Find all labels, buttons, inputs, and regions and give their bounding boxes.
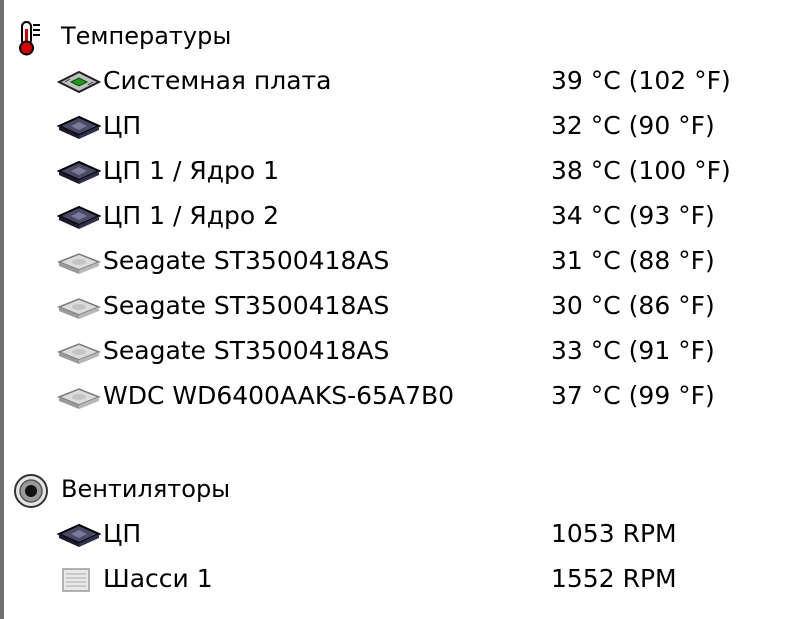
sensor-value: 38 °C (100 °F) <box>551 156 731 185</box>
sensor-value: 30 °C (86 °F) <box>551 291 715 320</box>
temperatures-group-header[interactable]: Температуры <box>0 14 780 58</box>
sensor-value: 1053 RPM <box>551 519 677 548</box>
cpu-chip-icon <box>57 523 101 547</box>
temp-row-hdd-3[interactable]: Seagate ST3500418AS 33 °C (91 °F) <box>0 329 780 373</box>
sensor-label: WDC WD6400AAKS-65A7B0 <box>103 381 455 410</box>
sensor-value: 33 °C (91 °F) <box>551 336 715 365</box>
sensor-label: Seagate ST3500418AS <box>103 336 390 365</box>
fan-row-chassis-1[interactable]: Шасси 1 1552 RPM <box>0 557 780 601</box>
sensor-label: ЦП 1 / Ядро 2 <box>103 201 280 230</box>
sensor-value: 31 °C (88 °F) <box>551 246 715 275</box>
hard-drive-icon <box>57 253 101 274</box>
temp-row-cpu[interactable]: ЦП 32 °C (90 °F) <box>0 104 780 148</box>
sensor-value: 32 °C (90 °F) <box>551 111 715 140</box>
sensor-label: Системная плата <box>103 66 332 95</box>
sensor-label: ЦП 1 / Ядро 1 <box>103 156 280 185</box>
sensor-value: 39 °C (102 °F) <box>551 66 731 95</box>
sensor-label: ЦП <box>103 519 142 548</box>
chassis-icon <box>62 568 90 592</box>
sensor-value: 37 °C (99 °F) <box>551 381 715 410</box>
temperatures-group-label: Температуры <box>61 22 232 50</box>
temp-row-hdd-4[interactable]: WDC WD6400AAKS-65A7B0 37 °C (99 °F) <box>0 374 780 418</box>
fans-group-label: Вентиляторы <box>61 475 231 503</box>
temp-row-motherboard[interactable]: Системная плата 39 °C (102 °F) <box>0 59 780 103</box>
temp-row-hdd-1[interactable]: Seagate ST3500418AS 31 °C (88 °F) <box>0 239 780 283</box>
cpu-chip-icon <box>57 160 101 184</box>
hard-drive-icon <box>57 388 101 409</box>
sensor-label: Seagate ST3500418AS <box>103 291 390 320</box>
temp-row-hdd-2[interactable]: Seagate ST3500418AS 30 °C (86 °F) <box>0 284 780 328</box>
motherboard-icon <box>57 70 101 94</box>
fan-row-cpu[interactable]: ЦП 1053 RPM <box>0 512 780 556</box>
cpu-chip-icon <box>57 205 101 229</box>
sensor-value: 34 °C (93 °F) <box>551 201 715 230</box>
fan-icon <box>14 474 48 508</box>
sensor-value: 1552 RPM <box>551 564 677 593</box>
fans-group-header[interactable]: Вентиляторы <box>0 467 780 511</box>
temp-row-cpu-core-1[interactable]: ЦП 1 / Ядро 1 38 °C (100 °F) <box>0 149 780 193</box>
hard-drive-icon <box>57 343 101 364</box>
sensor-label: Шасси 1 <box>103 564 213 593</box>
cpu-chip-icon <box>57 115 101 139</box>
hard-drive-icon <box>57 298 101 319</box>
sensor-label: ЦП <box>103 111 142 140</box>
temp-row-cpu-core-2[interactable]: ЦП 1 / Ядро 2 34 °C (93 °F) <box>0 194 780 238</box>
sensor-label: Seagate ST3500418AS <box>103 246 390 275</box>
thermometer-icon <box>19 21 40 56</box>
